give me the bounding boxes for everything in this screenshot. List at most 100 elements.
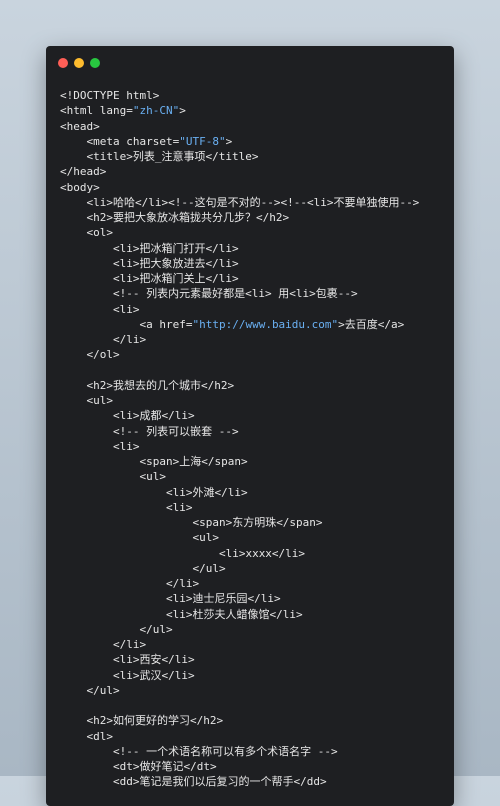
code-text: <ul> (86, 394, 114, 407)
code-text: <dd>笔记是我们以后复习的一个帮手</dd> (112, 775, 327, 789)
code-line: </li> (60, 576, 450, 591)
code-text: </ol> (86, 348, 120, 362)
code-text: <!-- 一个术语名称可以有多个术语名字 --> (112, 744, 338, 758)
code-line: <!-- 列表内元素最好都是<li> 用<li>包裹--> (60, 286, 450, 301)
code-line: </ul> (60, 683, 450, 698)
code-line: <h2>如何更好的学习</h2> (60, 713, 450, 728)
code-text: <a href= (139, 317, 193, 331)
code-text: <body> (60, 180, 100, 194)
code-text: <li>把冰箱门关上</li> (112, 272, 239, 285)
code-line: <dl> (60, 729, 450, 744)
code-text: <h2>要把大象放冰箱拢共分几步？</h2> (86, 211, 290, 224)
code-text: <h2>我想去的几个城市</h2> (86, 378, 235, 392)
code-text: <dt>做好笔记</dt> (112, 760, 217, 773)
code-text: <li>迪士尼乐园</li> (165, 592, 281, 606)
code-text: <meta charset= (86, 134, 180, 148)
code-string: "zh-CN" (132, 104, 180, 118)
code-text: <li>成都</li> (112, 409, 195, 423)
code-text: </li> (165, 577, 200, 590)
code-window: <!DOCTYPE html> <html lang="zh-CN"> <head>… (46, 46, 454, 806)
code-line: <dd>笔记是我们以后复习的一个帮手</dd> (60, 774, 450, 789)
code-text: <li>xxxx</li> (218, 546, 306, 560)
code-line: <h2>要把大象放冰箱拢共分几步？</h2> (60, 210, 450, 225)
code-line: <li>成都</li> (60, 408, 450, 423)
code-text: <ul> (192, 531, 219, 545)
code-text: <!-- 列表内元素最好都是<li> 用<li>包裹--> (112, 287, 358, 301)
code-text: <li>哈哈</li><!--这句是不对的--><!--<li>不要单独使用--… (86, 195, 420, 209)
window-titlebar (46, 46, 454, 80)
code-line: <ul> (60, 393, 450, 408)
code-text: <span>上海</span> (139, 455, 248, 468)
code-line: <li>把冰箱门打开</li> (60, 241, 450, 256)
maximize-window-dot[interactable] (90, 58, 100, 68)
code-string: "UTF-8" (179, 134, 226, 148)
code-text: </li> (112, 333, 147, 346)
code-text: <h2>如何更好的学习</h2> (86, 714, 224, 728)
code-line: <li>哈哈</li><!--这句是不对的--><!--<li>不要单独使用--… (60, 195, 450, 210)
code-text: </li> (112, 638, 147, 651)
code-text: <ul> (139, 470, 166, 484)
code-line: <li>西安</li> (60, 652, 450, 667)
code-text: <title>列表_注意事项</title> (86, 150, 259, 163)
code-text: <html lang= (60, 104, 133, 118)
code-line: <li>把大象放进去</li> (60, 256, 450, 271)
code-text: <head> (60, 119, 100, 133)
code-text: </ul> (86, 683, 120, 697)
code-line: <span>上海</span> (60, 454, 450, 469)
code-line: <!-- 列表可以嵌套 --> (60, 424, 450, 439)
code-line: <head> (60, 119, 450, 134)
code-line: <li>杜莎夫人蜡像馆</li> (60, 607, 450, 622)
code-line: <li>迪士尼乐园</li> (60, 591, 450, 606)
code-line: <li>武汉</li> (60, 668, 450, 683)
code-line: <dt>做好笔记</dt> (60, 759, 450, 774)
code-line: </ul> (60, 561, 450, 576)
code-text: <li> (112, 439, 140, 453)
code-line: </ol> (60, 347, 450, 362)
code-line: <h2>我想去的几个城市</h2> (60, 378, 450, 393)
code-line: <li>xxxx</li> (60, 546, 450, 561)
code-text: </ul> (139, 622, 173, 636)
code-text: <li>杜莎夫人蜡像馆</li> (165, 607, 303, 621)
code-text: > (179, 104, 186, 118)
code-text: <li>把大象放进去</li> (112, 256, 239, 270)
code-text: <li> (112, 302, 140, 316)
code-text: <li>外滩</li> (165, 485, 248, 499)
code-line: <li> (60, 500, 450, 515)
code-line: <meta charset="UTF-8"> (60, 134, 450, 149)
code-text: </ul> (192, 561, 226, 575)
code-line: <ol> (60, 225, 450, 240)
code-text: <!DOCTYPE html> (60, 89, 160, 102)
code-line: <body> (60, 180, 450, 195)
code-line: <title>列表_注意事项</title> (60, 149, 450, 164)
code-line: <li>把冰箱门关上</li> (60, 271, 450, 286)
code-line: <ul> (60, 469, 450, 484)
code-text: <li>西安</li> (112, 653, 195, 667)
code-text: >去百度</a> (338, 317, 405, 331)
code-text: </head> (60, 165, 107, 179)
code-text: <li>把冰箱门打开</li> (112, 241, 239, 255)
code-text: > (225, 134, 233, 148)
close-window-dot[interactable] (58, 58, 68, 68)
code-block: <!DOCTYPE html> <html lang="zh-CN"> <head>… (60, 88, 450, 790)
minimize-window-dot[interactable] (74, 58, 84, 68)
code-line: <li> (60, 439, 450, 454)
code-line: </head> (60, 164, 450, 179)
code-line: <!DOCTYPE html> (60, 88, 450, 103)
code-line: </ul> (60, 622, 450, 637)
code-line: <li>外滩</li> (60, 485, 450, 500)
code-line: </li> (60, 332, 450, 347)
code-line: <html lang="zh-CN"> (60, 103, 450, 118)
code-line: </li> (60, 637, 450, 652)
code-text: <dl> (86, 729, 114, 743)
code-text: <li> (165, 500, 193, 514)
code-line: <!-- 一个术语名称可以有多个术语名字 --> (60, 744, 450, 759)
code-text: <span>东方明珠</span> (192, 516, 323, 529)
code-line: <li> (60, 302, 450, 317)
code-line: <a href="http://www.baidu.com">去百度</a> (60, 317, 450, 332)
code-line: <ul> (60, 530, 450, 545)
code-text: <ol> (86, 226, 114, 240)
code-line: <span>东方明珠</span> (60, 515, 450, 530)
code-string: "http://www.baidu.com" (192, 317, 339, 331)
